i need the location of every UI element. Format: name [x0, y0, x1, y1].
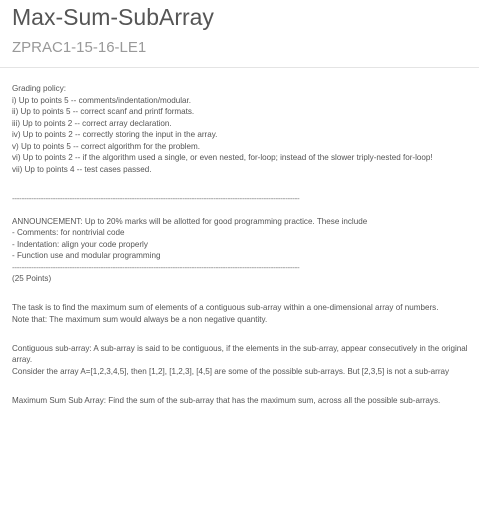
- problem-page: Max-Sum-SubArray ZPRAC1-15-16-LE1 Gradin…: [0, 0, 479, 507]
- separator-line: ----------------------------------------…: [12, 193, 300, 203]
- contiguous-definition: Contiguous sub-array: A sub-array is sai…: [12, 343, 468, 365]
- announcement-text: ANNOUNCEMENT: Up to 20% marks will be al…: [12, 216, 368, 226]
- grading-heading: Grading policy:: [12, 84, 66, 93]
- grading-item: vi) Up to points 2 -- if the algorithm u…: [12, 153, 433, 162]
- announcement-item: - Comments: for nontrivial code: [12, 228, 125, 237]
- header-divider: [0, 67, 479, 68]
- grading-item: ii) Up to points 5 -- correct scanf and …: [12, 107, 195, 116]
- separator-line: ----------------------------------------…: [12, 262, 300, 272]
- announcement-item: - Indentation: align your code properly: [12, 239, 148, 249]
- max-sum-definition: Maximum Sum Sub Array: Find the sum of t…: [12, 395, 441, 405]
- grading-item: vii) Up to points 4 -- test cases passed…: [12, 164, 152, 174]
- announcement-item: - Function use and modular programming: [12, 251, 161, 260]
- task-description: The task is to find the maximum sum of e…: [12, 303, 439, 312]
- grading-item: iv) Up to points 2 -- correctly storing …: [12, 130, 218, 139]
- grading-item: iii) Up to points 2 -- correct array dec…: [12, 118, 172, 128]
- grading-item: i) Up to points 5 -- comments/indentatio…: [12, 95, 192, 105]
- problem-statement: Grading policy: i) Up to points 5 -- com…: [12, 83, 469, 406]
- task-note: Note that: The maximum sum would always …: [12, 314, 268, 324]
- contiguous-example: Consider the array A=[1,2,3,4,5], then […: [12, 366, 450, 376]
- problem-code: ZPRAC1-15-16-LE1: [12, 39, 147, 56]
- points-label: (25 Points): [12, 274, 52, 283]
- page-title: Max-Sum-SubArray: [12, 4, 214, 30]
- grading-item: v) Up to points 5 -- correct algorithm f…: [12, 141, 201, 151]
